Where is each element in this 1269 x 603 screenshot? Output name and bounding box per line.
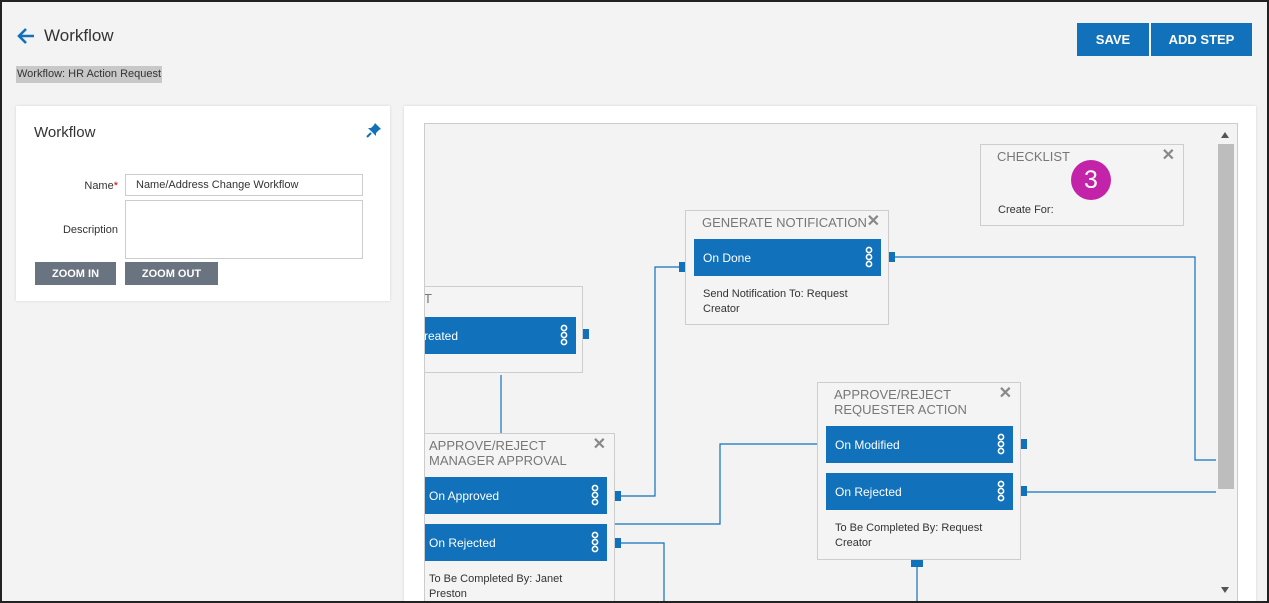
port-created-out[interactable] <box>583 329 589 339</box>
step-card-requester-action[interactable]: APPROVE/REJECT REQUESTER ACTION ✕ On Mod… <box>817 382 1021 560</box>
outcome-on-rejected[interactable]: On Rejected <box>425 524 607 561</box>
panel-title: Workflow <box>34 124 96 141</box>
workflow-canvas-panel: CHECKLIST ✕ Create For: 3 GENERATE NOTIF… <box>404 106 1256 601</box>
step-title: APPROVE/REJECT REQUESTER ACTION <box>834 387 967 417</box>
canvas-scrollbar[interactable] <box>1216 124 1237 601</box>
outcome-label: On Rejected <box>429 535 496 550</box>
close-icon[interactable]: ✕ <box>1162 148 1175 164</box>
scroll-down-icon[interactable] <box>1221 587 1229 593</box>
vertical-dots-icon[interactable] <box>865 246 873 268</box>
page-header: Workflow <box>16 26 114 46</box>
connector-approved-to-notification <box>619 266 682 497</box>
scroll-up-icon[interactable] <box>1221 132 1229 138</box>
vertical-dots-icon[interactable] <box>591 531 599 553</box>
step-note: Create For: <box>998 204 1054 216</box>
port-on-approved-out[interactable] <box>615 491 621 501</box>
outcome-label: On Done <box>703 250 752 265</box>
vertical-dots-icon[interactable] <box>591 484 599 506</box>
workflow-properties-panel: Workflow Name* Name/Address Change Workf… <box>16 106 390 301</box>
app-frame: Workflow Workflow: HR Action Request SAV… <box>0 0 1269 603</box>
zoom-in-button[interactable]: ZOOM IN <box>35 262 116 285</box>
outcome-created[interactable]: reated <box>424 317 576 354</box>
step-card-start[interactable]: T reated <box>424 286 583 373</box>
zoom-out-button[interactable]: ZOOM OUT <box>125 262 218 285</box>
connector-rejected-to-requester <box>615 443 817 525</box>
close-icon[interactable]: ✕ <box>593 437 606 453</box>
description-label: Description <box>62 224 118 236</box>
outcome-on-rejected[interactable]: On Rejected <box>826 473 1013 510</box>
step-title: GENERATE NOTIFICATION <box>702 215 867 230</box>
vertical-dots-icon[interactable] <box>560 324 568 346</box>
step-note: Send Notification To: Request Creator <box>703 288 848 315</box>
name-field[interactable]: Name/Address Change Workflow <box>125 174 363 196</box>
add-step-button[interactable]: ADD STEP <box>1151 23 1252 56</box>
step-note: To Be Completed By: Request Creator <box>835 522 983 549</box>
step-number-badge: 3 <box>1071 160 1111 200</box>
vertical-dots-icon[interactable] <box>997 480 1005 502</box>
outcome-label: On Approved <box>429 488 500 503</box>
port-requester-bottom[interactable] <box>911 560 923 567</box>
port-notification-in[interactable] <box>679 262 685 272</box>
description-field[interactable] <box>125 200 363 259</box>
workflow-canvas[interactable]: CHECKLIST ✕ Create For: 3 GENERATE NOTIF… <box>424 123 1238 601</box>
save-button[interactable]: SAVE <box>1077 23 1149 56</box>
vertical-dots-icon[interactable] <box>997 433 1005 455</box>
port-on-rejected-out[interactable] <box>615 538 621 548</box>
close-icon[interactable]: ✕ <box>999 386 1012 402</box>
port-on-done-out[interactable] <box>889 252 895 262</box>
step-title: CHECKLIST <box>997 149 1070 164</box>
step-title: T <box>424 291 432 306</box>
outcome-on-done[interactable]: On Done <box>694 239 881 276</box>
outcome-on-modified[interactable]: On Modified <box>826 426 1013 463</box>
port-requester-rejected-out[interactable] <box>1021 486 1027 496</box>
required-marker: * <box>113 180 118 192</box>
outcome-label: On Modified <box>835 437 900 452</box>
step-card-generate-notification[interactable]: GENERATE NOTIFICATION ✕ On Done Send Not… <box>685 210 889 325</box>
pin-icon[interactable] <box>366 122 382 138</box>
connector-manager-rejected-down <box>619 542 665 601</box>
name-label: Name* <box>28 180 118 192</box>
outcome-label: reated <box>424 328 459 343</box>
close-icon[interactable]: ✕ <box>867 214 880 230</box>
outcome-label: On Rejected <box>835 484 902 499</box>
page-title: Workflow <box>44 26 114 45</box>
name-label-text: Name <box>84 180 114 192</box>
step-card-manager-approval[interactable]: APPROVE/REJECT MANAGER APPROVAL ✕ On App… <box>425 433 615 601</box>
step-note: To Be Completed By: Janet Preston <box>429 573 563 600</box>
breadcrumb: Workflow: HR Action Request <box>16 66 163 83</box>
port-on-modified-out[interactable] <box>1021 439 1027 449</box>
arrow-left-icon[interactable] <box>16 26 36 46</box>
outcome-on-approved[interactable]: On Approved <box>425 477 607 514</box>
scroll-thumb[interactable] <box>1218 144 1234 489</box>
step-title: APPROVE/REJECT MANAGER APPROVAL <box>429 438 567 468</box>
